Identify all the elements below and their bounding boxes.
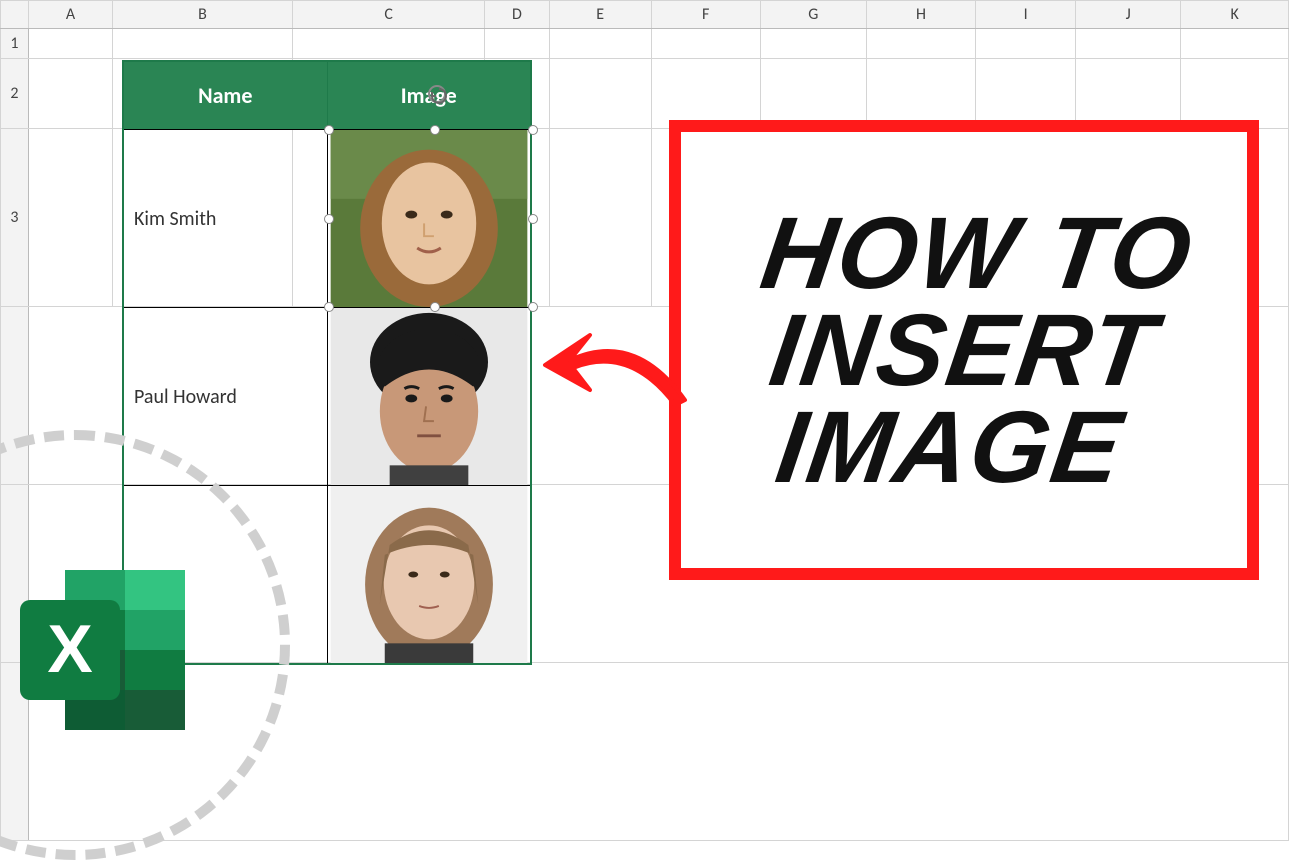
col-header-f[interactable]: F [651,1,760,29]
excel-logo-icon: X [10,560,200,740]
cell[interactable] [1181,29,1289,59]
cell[interactable] [28,59,112,129]
callout-box: HOW TO INSERT IMAGE [669,120,1259,580]
cell[interactable] [113,29,293,59]
resize-handle[interactable] [324,125,334,135]
cell[interactable] [485,29,549,59]
col-header-h[interactable]: H [866,1,975,29]
table-header-row: Name Image [124,62,530,129]
resize-handle[interactable] [528,302,538,312]
resize-handle[interactable] [528,214,538,224]
cell[interactable] [549,59,651,129]
resize-handle[interactable] [324,302,334,312]
cell[interactable] [1076,29,1181,59]
resize-handle[interactable] [324,214,334,224]
name-cell[interactable]: Kim Smith [124,130,327,307]
col-header-i[interactable]: I [976,1,1076,29]
cell[interactable] [866,59,975,129]
person-photo-3[interactable] [328,486,530,663]
cell[interactable] [292,29,484,59]
col-header-b[interactable]: B [113,1,293,29]
callout-line-1: HOW TO [756,205,1199,302]
cell[interactable] [976,59,1076,129]
rotation-handle-icon[interactable] [428,85,446,103]
row-header-3[interactable]: 3 [1,129,29,307]
callout-line-2: INSERT [742,302,1185,399]
callout-line-3: IMAGE [729,398,1172,495]
cell[interactable] [651,29,760,59]
col-header-g[interactable]: G [760,1,866,29]
cell[interactable] [28,29,112,59]
image-cell[interactable] [327,308,530,485]
col-header-k[interactable]: K [1181,1,1289,29]
cell[interactable] [866,29,975,59]
cell[interactable] [1076,59,1181,129]
row-header-2[interactable]: 2 [1,59,29,129]
resize-handle[interactable] [430,302,440,312]
col-header-d[interactable]: D [485,1,549,29]
col-header-j[interactable]: J [1076,1,1181,29]
cell[interactable] [28,129,112,307]
cell[interactable] [1181,59,1289,129]
col-header-e[interactable]: E [549,1,651,29]
cell[interactable] [976,29,1076,59]
person-photo-2[interactable] [328,308,530,485]
cell[interactable] [760,59,866,129]
excel-logo-letter: X [47,611,92,687]
cell[interactable] [760,29,866,59]
callout-title: HOW TO INSERT IMAGE [729,205,1199,496]
image-cell[interactable] [327,486,530,663]
cell[interactable] [549,29,651,59]
resize-handle[interactable] [528,125,538,135]
table-row: Paul Howard [124,307,530,485]
row-header-1[interactable]: 1 [1,29,29,59]
resize-handle[interactable] [430,125,440,135]
arrow-icon [535,290,695,430]
cell[interactable] [549,129,651,307]
header-name: Name [124,62,327,129]
person-photo-1[interactable] [328,130,530,307]
col-header-a[interactable]: A [28,1,112,29]
image-cell[interactable] [327,130,530,307]
cell[interactable] [651,59,760,129]
col-header-c[interactable]: C [292,1,484,29]
select-all-corner[interactable] [1,1,29,29]
